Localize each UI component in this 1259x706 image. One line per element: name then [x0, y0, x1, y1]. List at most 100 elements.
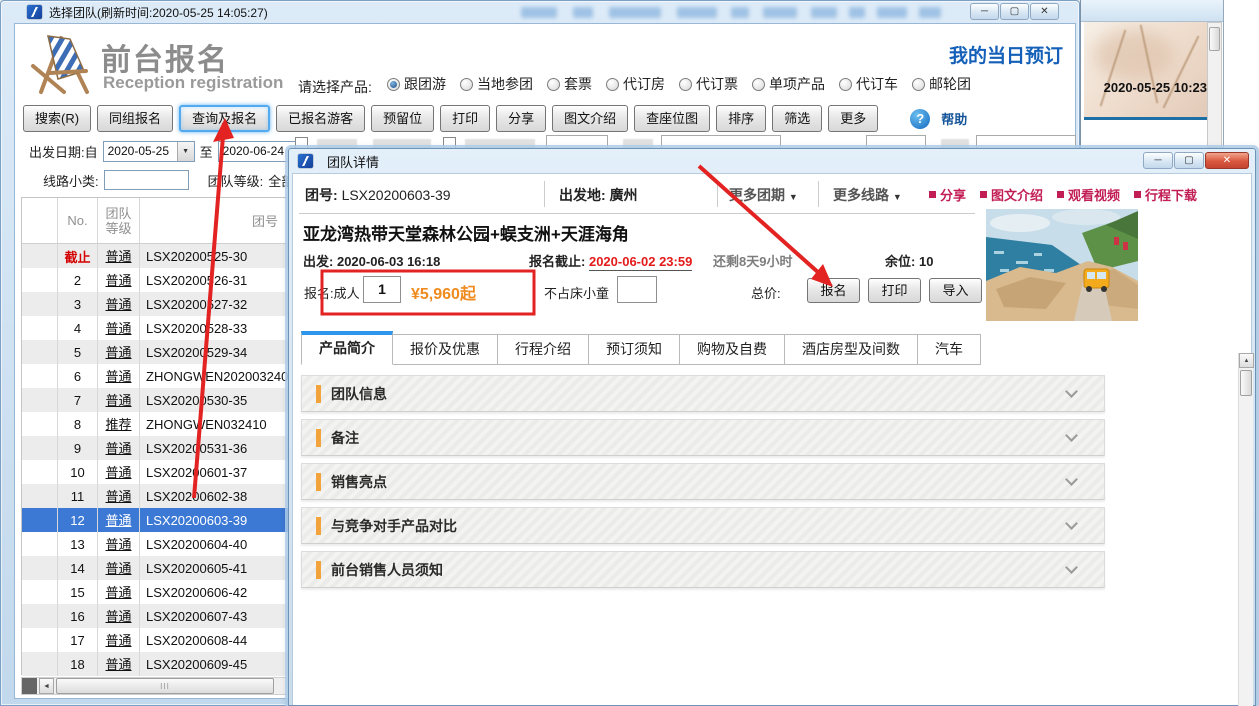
table-row[interactable]: 2普通LSX20200526-31: [22, 268, 288, 292]
chevron-down-icon[interactable]: [1065, 429, 1078, 442]
radio-option-group-tour[interactable]: 跟团游: [387, 74, 446, 94]
table-row[interactable]: 16普通LSX20200607-43: [22, 604, 288, 628]
tab-product-intro[interactable]: 产品简介: [301, 331, 393, 365]
btn-reserved-seats[interactable]: 预留位: [371, 105, 434, 132]
child-count-input[interactable]: [617, 276, 657, 303]
table-row[interactable]: 15普通LSX20200606-42: [22, 580, 288, 604]
more-dates-dropdown[interactable]: 更多团期 ▼: [729, 185, 798, 205]
btn-search[interactable]: 搜索(R): [23, 105, 91, 132]
more-lines-dropdown[interactable]: 更多线路 ▼: [833, 185, 902, 205]
table-row[interactable]: 3普通LSX20200527-32: [22, 292, 288, 316]
table-row[interactable]: 7普通LSX20200530-35: [22, 388, 288, 412]
main-window-titlebar[interactable]: 选择团队(刷新时间:2020-05-25 14:05:27): [1, 1, 1081, 23]
table-row[interactable]: 8推荐ZHONGWEN032410: [22, 412, 288, 436]
header-code[interactable]: 团号: [140, 198, 288, 243]
radio-option-local-tour[interactable]: 当地参团: [460, 74, 533, 94]
tab-vehicle[interactable]: 汽车: [918, 334, 981, 365]
chevron-down-icon[interactable]: [1065, 473, 1078, 486]
scroll-left-icon[interactable]: ◄: [39, 678, 54, 694]
radio-option-ticket-booking[interactable]: 代订票: [679, 74, 738, 94]
import-button[interactable]: 导入: [929, 278, 982, 303]
table-row-selected[interactable]: 12普通LSX20200603-39: [22, 508, 288, 532]
btn-registered-tourists[interactable]: 已报名游客: [276, 105, 365, 132]
dropdown-arrow-icon[interactable]: ▼: [177, 142, 194, 161]
radio-option-package-ticket[interactable]: 套票: [547, 74, 592, 94]
radio-icon[interactable]: [679, 78, 692, 91]
table-row[interactable]: 14普通LSX20200605-41: [22, 556, 288, 580]
tab-shopping-optional[interactable]: 购物及自费: [680, 334, 785, 365]
radio-option-hotel-booking[interactable]: 代订房: [606, 74, 665, 94]
help-label[interactable]: 帮助: [941, 109, 967, 128]
maximize-button[interactable]: ▢: [1000, 3, 1029, 20]
tab-pricing-offers[interactable]: 报价及优惠: [393, 334, 498, 365]
close-button[interactable]: ✕: [1030, 3, 1059, 20]
tab-hotel-rooms[interactable]: 酒店房型及间数: [785, 334, 918, 365]
radio-option-single-product[interactable]: 单项产品: [752, 74, 825, 94]
btn-group-signup[interactable]: 同组报名: [97, 105, 173, 132]
table-horizontal-scrollbar[interactable]: ◄ III: [21, 677, 289, 695]
radio-icon[interactable]: [912, 78, 925, 91]
btn-seat-map[interactable]: 查座位图: [634, 105, 710, 132]
table-row[interactable]: 截止普通LSX20200525-30: [22, 244, 288, 268]
radio-icon[interactable]: [752, 78, 765, 91]
my-bookings-link[interactable]: 我的当日预订: [949, 41, 1063, 68]
scrollbar-thumb[interactable]: [1240, 370, 1252, 396]
link-share[interactable]: 分享: [929, 185, 966, 204]
link-watch-video[interactable]: 观看视频: [1057, 185, 1120, 204]
btn-more[interactable]: 更多: [828, 105, 878, 132]
section-staff-notes[interactable]: 前台销售人员须知: [301, 551, 1105, 588]
radio-option-cruise[interactable]: 邮轮团: [912, 74, 971, 94]
minimize-button[interactable]: ─: [970, 3, 999, 20]
header-grade[interactable]: 团队等级: [98, 198, 140, 243]
background-scrollbar[interactable]: [1207, 22, 1222, 148]
table-row[interactable]: 6普通ZHONGWEN202003240030: [22, 364, 288, 388]
scrollbar-thumb[interactable]: [1209, 27, 1220, 51]
dialog-close-button[interactable]: ✕: [1205, 152, 1249, 169]
btn-graphic-intro[interactable]: 图文介绍: [552, 105, 628, 132]
btn-sort[interactable]: 排序: [716, 105, 766, 132]
dialog-scrollbar[interactable]: ▲: [1238, 353, 1253, 706]
adult-count-input[interactable]: 1: [363, 276, 401, 303]
link-itinerary-download[interactable]: 行程下载: [1134, 185, 1197, 204]
header-no[interactable]: No.: [58, 198, 98, 243]
table-row[interactable]: 18普通LSX20200609-45: [22, 652, 288, 676]
radio-icon[interactable]: [606, 78, 619, 91]
signup-button[interactable]: 报名: [807, 278, 860, 303]
table-row[interactable]: 4普通LSX20200528-33: [22, 316, 288, 340]
radio-icon[interactable]: [460, 78, 473, 91]
section-sales-highlights[interactable]: 销售亮点: [301, 463, 1105, 500]
chevron-down-icon[interactable]: [1065, 385, 1078, 398]
btn-print[interactable]: 打印: [440, 105, 490, 132]
dialog-maximize-button[interactable]: ▢: [1174, 152, 1204, 169]
radio-icon[interactable]: [547, 78, 560, 91]
table-row[interactable]: 13普通LSX20200604-40: [22, 532, 288, 556]
radio-option-car-booking[interactable]: 代订车: [839, 74, 898, 94]
btn-share[interactable]: 分享: [496, 105, 546, 132]
table-row[interactable]: 17普通LSX20200608-44: [22, 628, 288, 652]
table-row[interactable]: 9普通LSX20200531-36: [22, 436, 288, 460]
section-team-info[interactable]: 团队信息: [301, 375, 1105, 412]
radio-icon[interactable]: [839, 78, 852, 91]
depart-to-input[interactable]: 2020-06-24: [218, 141, 296, 162]
chevron-down-icon[interactable]: [1065, 561, 1078, 574]
dialog-minimize-button[interactable]: ─: [1143, 152, 1173, 169]
chevron-down-icon[interactable]: [1065, 517, 1078, 530]
line-type-input[interactable]: [104, 170, 189, 190]
depart-from-combobox[interactable]: 2020-05-25 ▼: [103, 141, 195, 162]
dialog-titlebar[interactable]: 团队详情: [289, 149, 1255, 173]
section-competitor-comparison[interactable]: 与竞争对手产品对比: [301, 507, 1105, 544]
btn-query-signup[interactable]: 查询及报名: [179, 105, 270, 132]
radio-icon[interactable]: [387, 78, 400, 91]
tab-itinerary[interactable]: 行程介绍: [498, 334, 589, 365]
table-row[interactable]: 10普通LSX20200601-37: [22, 460, 288, 484]
print-button[interactable]: 打印: [868, 278, 921, 303]
table-row[interactable]: 5普通LSX20200529-34: [22, 340, 288, 364]
tab-booking-notes[interactable]: 预订须知: [589, 334, 680, 365]
scrollbar-thumb[interactable]: III: [56, 678, 274, 694]
btn-filter[interactable]: 筛选: [772, 105, 822, 132]
help-icon[interactable]: ?: [910, 109, 930, 129]
link-graphic-intro[interactable]: 图文介绍: [980, 185, 1043, 204]
scroll-up-icon[interactable]: ▲: [1239, 353, 1254, 368]
table-row[interactable]: 11普通LSX20200602-38: [22, 484, 288, 508]
section-remarks[interactable]: 备注: [301, 419, 1105, 456]
